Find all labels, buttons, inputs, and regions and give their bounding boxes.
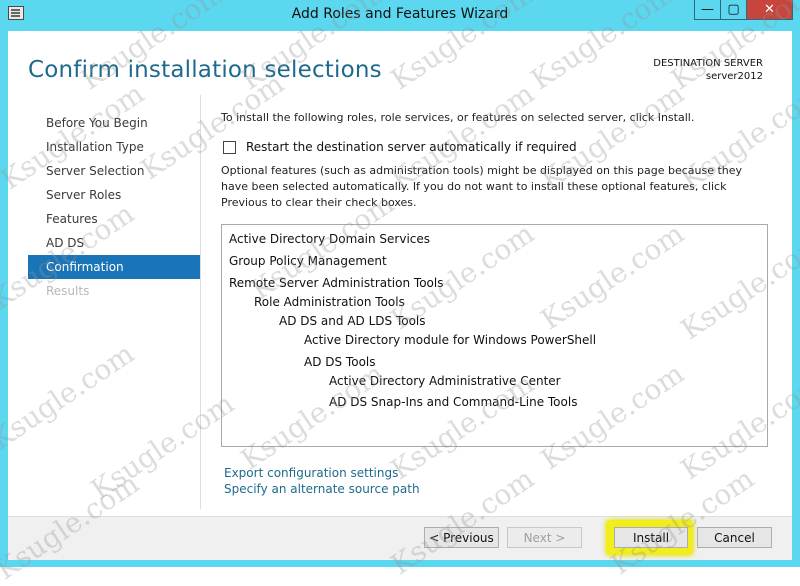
list-item: Active Directory module for Windows Powe…	[304, 333, 597, 347]
export-settings-link[interactable]: Export configuration settings	[224, 465, 420, 481]
nav-item-before-you-begin[interactable]: Before You Begin	[28, 111, 200, 135]
features-list[interactable]: Active Directory Domain Services Group P…	[221, 224, 768, 447]
nav-item-confirmation[interactable]: Confirmation	[28, 255, 200, 279]
destination-server-label: DESTINATION SERVER	[653, 58, 763, 69]
nav-item-ad-ds[interactable]: AD DS	[28, 231, 200, 255]
intro-text: To install the following roles, role ser…	[221, 111, 695, 124]
page-title: Confirm installation selections	[28, 57, 382, 83]
restart-label[interactable]: Restart the destination server automatic…	[246, 140, 577, 154]
next-button: Next >	[507, 527, 582, 548]
wizard-footer: < Previous Next > Install Cancel	[8, 516, 792, 560]
list-item: Role Administration Tools	[254, 295, 405, 309]
window-title: Add Roles and Features Wizard	[291, 6, 509, 22]
destination-server: DESTINATION SERVER server2012	[653, 57, 763, 83]
links-area: Export configuration settings Specify an…	[224, 465, 420, 497]
list-item: AD DS Snap-Ins and Command-Line Tools	[329, 395, 578, 409]
close-button[interactable]: ✕	[746, 0, 793, 20]
list-item: AD DS and AD LDS Tools	[279, 314, 426, 328]
wizard-nav: Before You Begin Installation Type Serve…	[28, 111, 200, 303]
optional-features-text: Optional features (such as administratio…	[221, 164, 743, 209]
previous-button[interactable]: < Previous	[424, 527, 499, 548]
nav-item-results: Results	[46, 284, 90, 298]
list-item: AD DS Tools	[304, 355, 376, 369]
nav-item-installation-type[interactable]: Installation Type	[28, 135, 200, 159]
wizard-body: Confirm installation selections DESTINAT…	[8, 31, 792, 560]
minimize-button[interactable]: —	[694, 0, 721, 20]
wizard-header: Confirm installation selections DESTINAT…	[8, 31, 792, 93]
list-item: Active Directory Administrative Center	[329, 374, 561, 388]
title-bar[interactable]: Add Roles and Features Wizard — ▢ ✕	[0, 0, 800, 30]
cancel-button[interactable]: Cancel	[697, 527, 772, 548]
nav-divider	[200, 95, 201, 509]
restart-option[interactable]: Restart the destination server automatic…	[223, 140, 577, 154]
destination-server-name: server2012	[705, 71, 763, 82]
nav-item-server-roles[interactable]: Server Roles	[28, 183, 200, 207]
restart-checkbox[interactable]	[223, 140, 236, 154]
nav-item-server-selection[interactable]: Server Selection	[28, 159, 200, 183]
maximize-button[interactable]: ▢	[720, 0, 747, 20]
list-item: Active Directory Domain Services	[229, 232, 431, 246]
list-item: Remote Server Administration Tools	[229, 276, 444, 290]
install-button[interactable]: Install	[614, 527, 688, 548]
nav-item-features[interactable]: Features	[28, 207, 200, 231]
alternate-source-link[interactable]: Specify an alternate source path	[224, 481, 420, 497]
list-item: Group Policy Management	[229, 254, 387, 268]
